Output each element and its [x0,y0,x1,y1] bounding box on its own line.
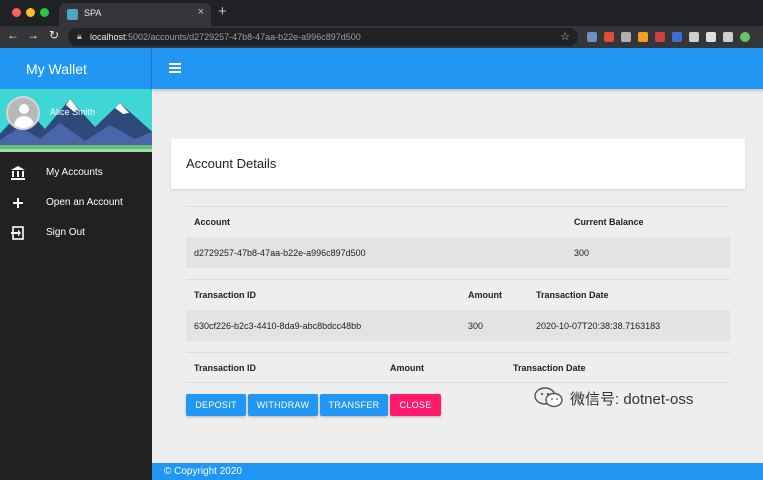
app-root: My Wallet Alice Smith My Accounts Open a… [0,48,763,480]
account-details-card: Account Details [171,139,745,189]
page-title: Account Details [186,156,277,171]
table-row: d2729257-47b8-47aa-b22e-a996c897d500 300 [186,237,730,268]
forward-arrow-icon[interactable]: → [26,28,40,42]
tab-close-icon[interactable]: × [198,6,204,18]
extension-icon[interactable] [638,32,648,42]
column-header: Transaction ID [194,290,257,300]
extension-icon[interactable] [706,32,716,42]
brand-header: My Wallet [0,48,152,89]
new-tab-button[interactable]: + [218,3,227,20]
brand-title: My Wallet [26,61,87,77]
window-close-button[interactable] [12,8,21,17]
sidebar-item-label: Open an Account [46,197,123,208]
tab-title: SPA [84,8,102,18]
close-account-button[interactable]: CLOSE [390,394,441,416]
sidebar: My Wallet Alice Smith My Accounts Open a… [0,48,152,480]
plus-icon [10,195,26,211]
avatar[interactable] [6,96,40,130]
empty-transactions-table: Transaction ID Amount Transaction Date [186,352,730,383]
column-header: Current Balance [574,217,644,227]
url-text[interactable]: localhost:5002/accounts/d2729257-47b8-47… [90,32,361,42]
address-bar[interactable]: 🔒︎ localhost:5002/accounts/d2729257-47b8… [68,28,578,46]
window-minimize-button[interactable] [26,8,35,17]
sidebar-menu: My Accounts Open an Account Sign Out [0,158,152,248]
transfer-button[interactable]: TRANSFER [320,394,388,416]
extension-icon[interactable] [655,32,665,42]
sidebar-item-sign-out[interactable]: Sign Out [0,218,152,248]
hamburger-menu-icon[interactable] [169,63,181,74]
browser-toolbar: ← → ↻ 🔒︎ localhost:5002/accounts/d272925… [0,26,763,48]
table-header: Account Current Balance [186,206,730,237]
sign-out-icon [10,225,26,241]
extension-icon[interactable] [604,32,614,42]
account-table: Account Current Balance d2729257-47b8-47… [186,206,730,268]
sidebar-item-open-account[interactable]: Open an Account [0,188,152,218]
copyright-text: © Copyright 2020 [164,466,242,477]
favicon-icon [67,9,78,20]
bookmark-star-icon[interactable]: ☆ [560,30,570,43]
transactions-table: Transaction ID Amount Transaction Date 6… [186,279,730,341]
transaction-id-cell: 630cf226-b2c3-4410-8da9-abc8bdcc48bb [194,321,362,331]
table-header: Transaction ID Amount Transaction Date [186,279,730,310]
table-row: 630cf226-b2c3-4410-8da9-abc8bdcc48bb 300… [186,310,730,341]
column-header: Account [194,217,230,227]
user-name: Alice Smith [50,107,96,117]
sidebar-item-my-accounts[interactable]: My Accounts [0,158,152,188]
watermark-text: 微信号: dotnet-oss [570,391,694,408]
account-id-cell: d2729257-47b8-47aa-b22e-a996c897d500 [194,248,366,258]
column-header: Amount [390,363,424,373]
reload-icon[interactable]: ↻ [47,28,61,42]
table-header: Transaction ID Amount Transaction Date [186,352,730,383]
sidebar-item-label: My Accounts [46,167,103,178]
deposit-button[interactable]: DEPOSIT [186,394,246,416]
top-app-bar [152,48,763,89]
column-header: Transaction Date [513,363,586,373]
extension-icon[interactable] [740,32,750,42]
amount-cell: 300 [468,321,484,331]
window-maximize-button[interactable] [40,8,49,17]
footer: © Copyright 2020 [152,463,763,480]
date-cell: 2020-10-07T20:38:38.7163183 [536,321,661,331]
extension-icon[interactable] [689,32,699,42]
lock-icon: 🔒︎ [77,31,82,41]
back-arrow-icon[interactable]: ← [6,28,20,42]
withdraw-button[interactable]: WITHDRAW [248,394,318,416]
browser-tab[interactable]: SPA × [59,3,211,26]
column-header: Transaction Date [536,290,609,300]
bank-icon [10,165,26,181]
balance-cell: 300 [574,248,590,258]
column-header: Transaction ID [194,363,257,373]
wechat-icon [534,387,563,408]
browser-tab-bar: SPA × + [0,0,763,26]
extension-icon[interactable] [621,32,631,42]
sidebar-item-label: Sign Out [46,227,85,238]
extension-icon[interactable] [587,32,597,42]
profile-banner: Alice Smith [0,89,152,152]
column-header: Amount [468,290,502,300]
extension-icon[interactable] [723,32,733,42]
extension-icon[interactable] [672,32,682,42]
